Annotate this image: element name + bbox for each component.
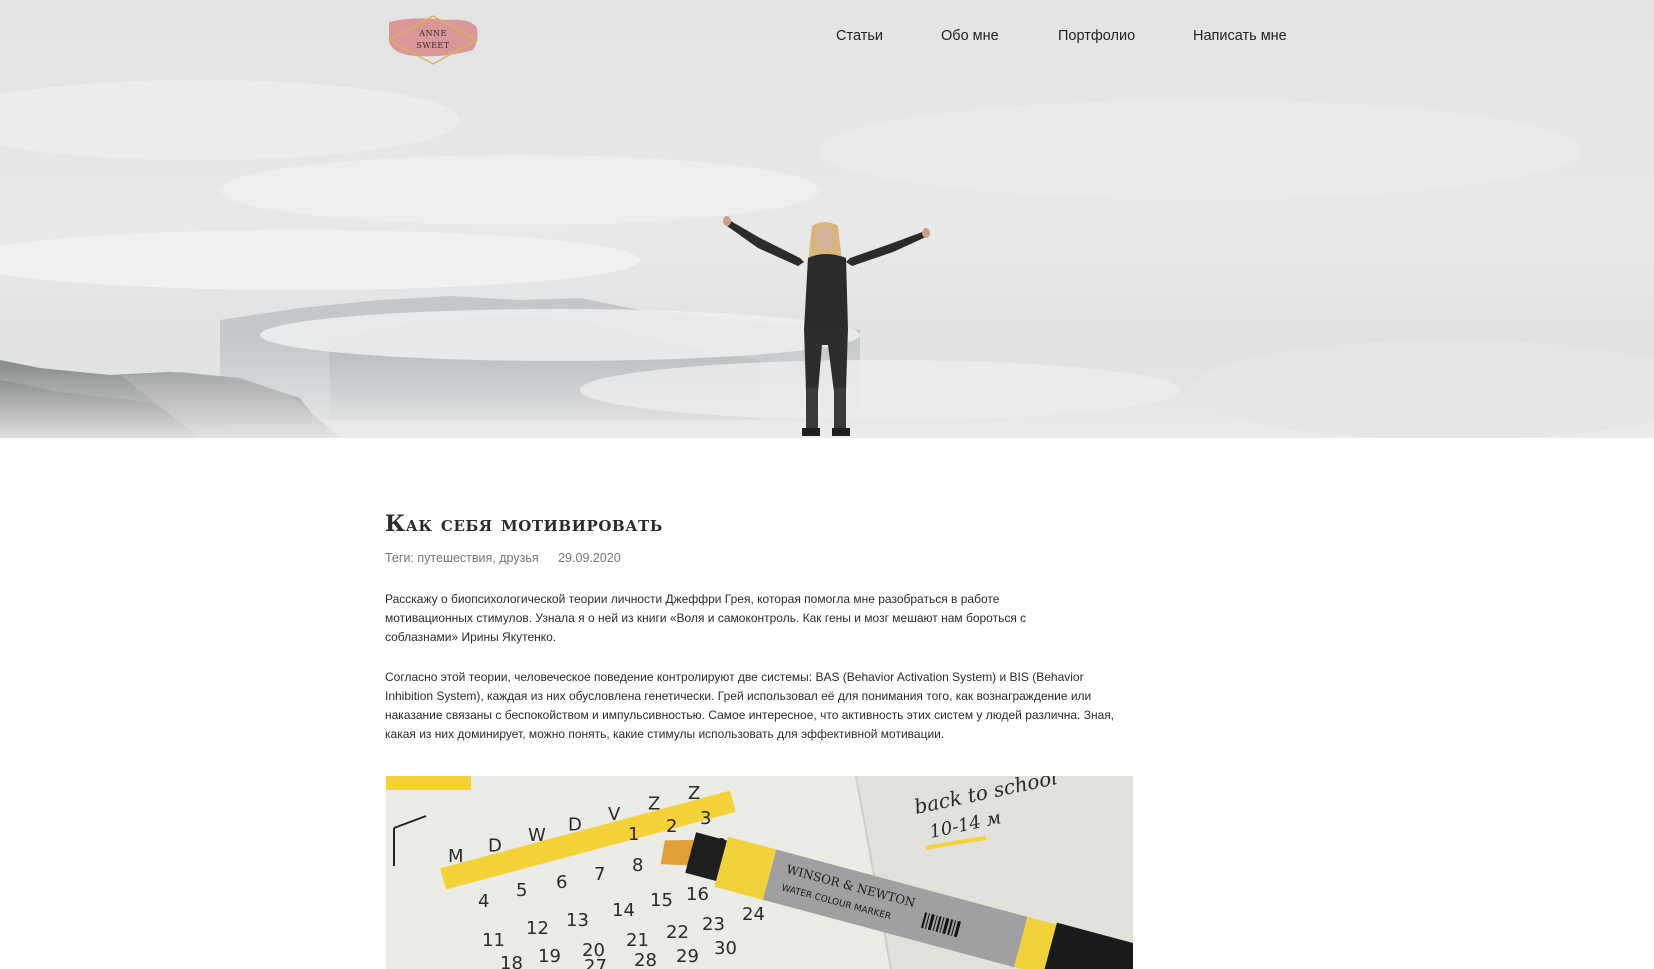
weekday-label: M [448, 846, 464, 867]
calendar-day-number: 2 [666, 816, 677, 837]
calendar-day-number: 8 [632, 855, 643, 876]
calendar-day-number: 23 [702, 914, 725, 935]
calendar-day-number: 15 [650, 890, 673, 911]
nav-link-portfolio[interactable]: Портфолио [1058, 28, 1135, 44]
article-meta: Теги: путешествия, друзья 29.09.2020 [385, 551, 1135, 565]
calendar-day-number: 16 [686, 884, 709, 905]
hero-landscape-image [0, 0, 1654, 438]
weekday-label: D [488, 836, 502, 857]
calendar-day-number: 13 [566, 910, 589, 931]
calendar-day-number: 6 [556, 872, 567, 893]
calendar-day-number: 7 [594, 864, 605, 885]
logo-emblem-icon [387, 15, 479, 65]
article-date: 29.09.2020 [558, 551, 621, 565]
calendar-day-number: 27 [584, 956, 607, 969]
nav-link-about[interactable]: Обо мне [941, 28, 999, 44]
calendar-day-number: 28 [634, 950, 657, 969]
article-paragraph-1: Расскажу о биопсихологической теории лич… [385, 592, 1027, 644]
calendar-day-number: 19 [538, 946, 561, 967]
weekday-label: W [528, 825, 546, 846]
calendar-day-number: 12 [526, 918, 549, 939]
calendar-day-number: 5 [516, 880, 527, 901]
article-paragraph-2: Согласно этой теории, человеческое повед… [385, 670, 1115, 741]
tags-label: Теги: [385, 551, 414, 565]
calendar-day-number: 11 [482, 930, 505, 951]
logo-line-1: ANNE [419, 29, 447, 38]
calendar-day-number: 4 [478, 891, 489, 912]
calendar-day-number: 29 [676, 946, 699, 967]
calendar-day-number: 21 [626, 930, 649, 951]
calendar-day-number: 30 [714, 938, 737, 959]
calendar-photo: MDWDVZZ 12345678910111213141516171819202… [386, 776, 1133, 969]
article: Как себя мотивировать Теги: путешествия,… [385, 505, 1135, 744]
nav-link-contact[interactable]: Написать мне [1193, 28, 1287, 44]
tag-link-travel[interactable]: путешествия [417, 551, 492, 565]
weekday-label: Z [648, 794, 660, 815]
tag-link-friends[interactable]: друзья [499, 551, 538, 565]
calendar-day-number: 18 [500, 953, 523, 969]
logo-line-2: SWEET [416, 41, 450, 50]
weekday-label: Z [688, 783, 700, 804]
site-logo[interactable]: ANNE SWEET [385, 14, 481, 66]
weekday-label: D [568, 815, 582, 836]
article-title: Как себя мотивировать [385, 511, 663, 537]
calendar-day-number: 1 [628, 824, 639, 845]
nav-link-articles[interactable]: Статьи [836, 28, 883, 44]
calendar-day-number: 22 [666, 922, 689, 943]
weekday-label: V [608, 804, 621, 825]
calendar-day-number: 3 [700, 808, 711, 829]
hero-banner: ANNE SWEET Статьи Обо мне Портфолио Напи… [0, 0, 1654, 438]
calendar-day-number: 24 [742, 904, 765, 925]
calendar-day-number: 14 [612, 900, 635, 921]
article-image-calendar: MDWDVZZ 12345678910111213141516171819202… [386, 776, 1133, 969]
article-tags: Теги: путешествия, друзья [385, 551, 542, 565]
